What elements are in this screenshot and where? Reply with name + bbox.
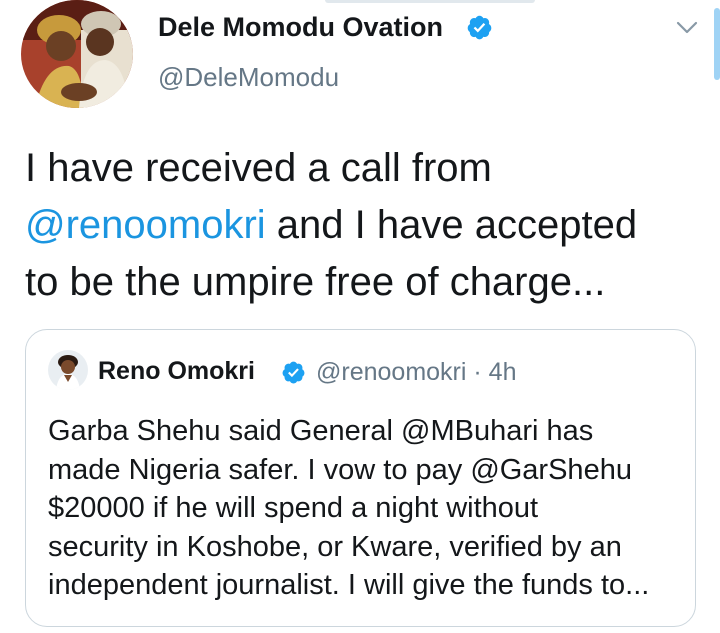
quoted-text-line: Garba Shehu said General @MBuhari has — [48, 415, 594, 447]
quoted-tweet-card[interactable]: Reno Omokri @renoomokri · 4h Garba Shehu… — [25, 329, 696, 627]
tweet-text-line: I have received a call from — [25, 146, 492, 190]
quoted-avatar-photo — [48, 350, 88, 390]
tweet-text: I have received a call from @renoomokri … — [25, 140, 715, 311]
quoted-text-line: security in Koshobe, or Kware, verified … — [48, 530, 622, 563]
display-name[interactable]: Dele Momodu Ovation — [158, 12, 443, 43]
scrollbar[interactable] — [714, 8, 720, 80]
quoted-meta: @renoomokri · 4h — [316, 358, 516, 387]
quoted-avatar — [48, 350, 88, 390]
verified-badge-icon — [282, 361, 305, 384]
chevron-down-icon[interactable] — [674, 14, 700, 40]
verified-badge-icon — [467, 15, 492, 40]
quoted-tweet-text: Garba Shehu said General @MBuhari has ma… — [48, 412, 688, 605]
mention-link[interactable]: @renoomokri — [25, 203, 266, 247]
tweet-text-line: to be the umpire free of charge... — [25, 260, 606, 304]
quoted-handle: @renoomokri — [316, 358, 467, 386]
tweet-text-line: @renoomokri and I have accepted — [25, 197, 715, 254]
tweet-text-fragment: and I have accepted — [265, 203, 638, 247]
avatar[interactable] — [21, 0, 133, 108]
quoted-text-line: $20000 if he will spend a night without — [48, 492, 539, 524]
meta-separator: · — [473, 358, 482, 386]
top-divider — [325, 0, 535, 3]
quoted-timestamp: 4h — [488, 358, 517, 386]
user-handle[interactable]: @DeleMomodu — [158, 62, 339, 93]
quoted-text-line: made Nigeria safer. I vow to pay @GarShe… — [48, 453, 632, 486]
quoted-text-line: independent journalist. I will give the … — [48, 569, 650, 601]
tweet-detail: Dele Momodu Ovation @DeleMomodu I have r… — [0, 0, 720, 633]
avatar-photo — [21, 0, 133, 108]
quoted-display-name: Reno Omokri — [98, 357, 255, 385]
